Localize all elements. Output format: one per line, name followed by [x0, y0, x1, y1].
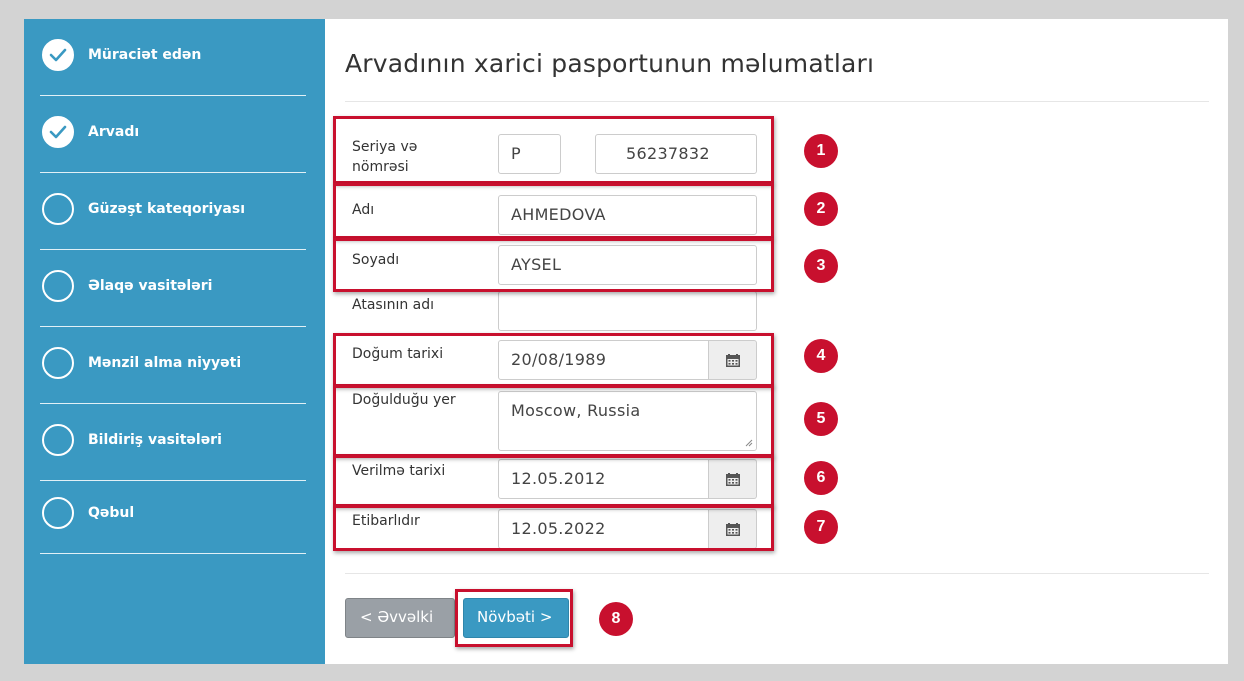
highlight-box [455, 589, 573, 647]
divider [345, 101, 1209, 102]
previous-button[interactable]: < Əvvəlki [345, 598, 455, 638]
form-panel: Arvadının xarici pasportunun məlumatları… [325, 19, 1228, 664]
highlight-box [333, 455, 774, 507]
check-circle-icon [42, 116, 74, 148]
empty-circle-icon [42, 347, 74, 379]
highlight-box [333, 333, 774, 387]
callout-badge: 5 [804, 402, 838, 436]
patronymic-input[interactable] [498, 291, 757, 331]
highlight-box [333, 238, 774, 292]
check-circle-icon [42, 39, 74, 71]
patronymic-label: Atasının adı [352, 297, 435, 313]
callout-badge: 8 [599, 602, 633, 636]
sidebar-step-contacts[interactable]: Əlaqə vasitələri [40, 250, 306, 327]
sidebar-step-wife[interactable]: Arvadı [40, 96, 306, 173]
sidebar-step-label: Əlaqə vasitələri [88, 278, 213, 294]
sidebar-step-label: Müraciət edən [88, 47, 202, 63]
sidebar-step-discount-category[interactable]: Güzəşt kateqoriyası [40, 173, 306, 250]
empty-circle-icon [42, 193, 74, 225]
highlight-box [333, 183, 774, 239]
callout-badge: 6 [804, 461, 838, 495]
sidebar-step-label: Mənzil alma niyyəti [88, 355, 242, 371]
highlight-box [333, 116, 774, 184]
empty-circle-icon [42, 270, 74, 302]
callout-badge: 2 [804, 192, 838, 226]
callout-badge: 3 [804, 249, 838, 283]
highlight-box [333, 505, 774, 551]
sidebar-step-label: Bildiriş vasitələri [88, 432, 222, 448]
sidebar-step-label: Arvadı [88, 124, 140, 140]
sidebar-step-housing-intent[interactable]: Mənzil alma niyyəti [40, 327, 306, 404]
highlight-box [333, 385, 774, 457]
sidebar-step-applicant[interactable]: Müraciət edən [40, 19, 306, 96]
empty-circle-icon [42, 497, 74, 529]
sidebar-step-notifications[interactable]: Bildiriş vasitələri [40, 404, 306, 481]
sidebar-step-label: Qəbul [88, 505, 135, 521]
divider [345, 573, 1209, 574]
app-frame: Müraciət edən Arvadı Güzəşt kateqoriyası… [24, 19, 1228, 664]
sidebar-step-acceptance[interactable]: Qəbul [40, 477, 306, 554]
page-title: Arvadının xarici pasportunun məlumatları [345, 49, 875, 78]
empty-circle-icon [42, 424, 74, 456]
callout-badge: 1 [804, 134, 838, 168]
callout-badge: 4 [804, 339, 838, 373]
callout-badge: 7 [804, 510, 838, 544]
wizard-sidebar: Müraciət edən Arvadı Güzəşt kateqoriyası… [24, 19, 325, 664]
sidebar-step-label: Güzəşt kateqoriyası [88, 201, 245, 217]
